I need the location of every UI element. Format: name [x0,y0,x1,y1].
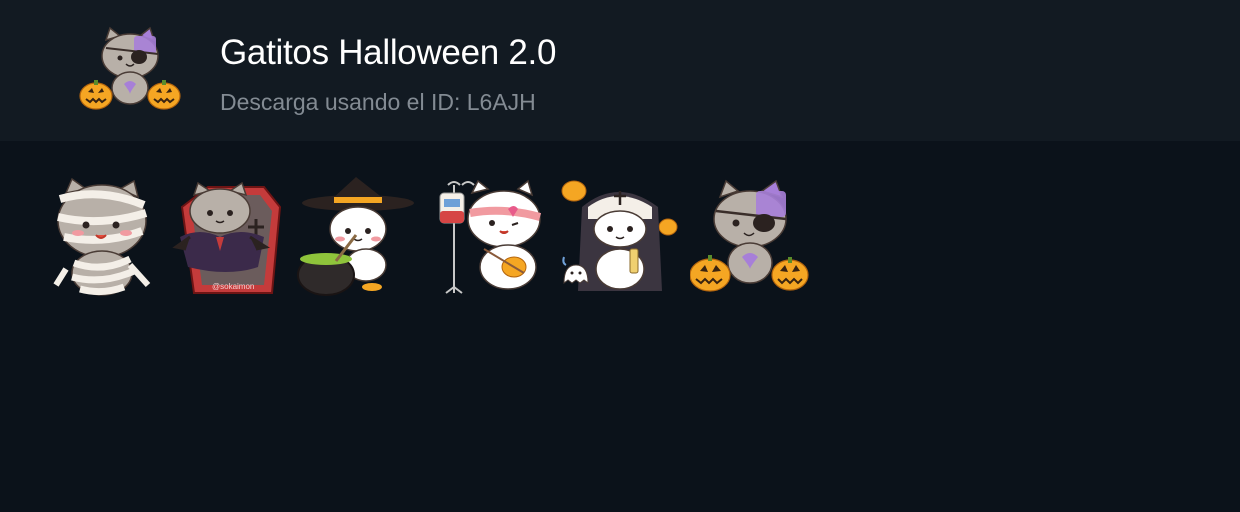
witch-cat-icon [297,177,414,296]
sticker-nun-cat-ghost[interactable] [558,177,678,301]
sticker-nurse-iv-cat[interactable] [428,177,548,301]
mummy-cat-icon [53,177,151,296]
pack-title: Gatitos Halloween 2.0 [220,33,557,72]
vampire-cat-icon: @sokaimon [172,181,282,294]
nurse-cat-icon [439,179,542,294]
pack-icon-image [79,26,181,110]
pirate-cat-icon [690,179,809,292]
sticker-vampire-coffin-cat[interactable]: @sokaimon [168,177,288,301]
nun-cat-icon [561,180,678,291]
pack-download-id: Descarga usando el ID: L6AJH [220,89,536,115]
sticker-mummy-cat[interactable] [46,177,166,301]
pack-icon [76,26,184,114]
coffin-signature: @sokaimon [212,282,254,291]
pack-header: Gatitos Halloween 2.0 Descarga usando el… [0,0,1240,141]
sticker-grid: @sokaimon [0,141,1240,512]
sticker-witch-cauldron-cat[interactable] [296,177,416,301]
sticker-pirate-zombie-cat[interactable] [690,177,810,301]
